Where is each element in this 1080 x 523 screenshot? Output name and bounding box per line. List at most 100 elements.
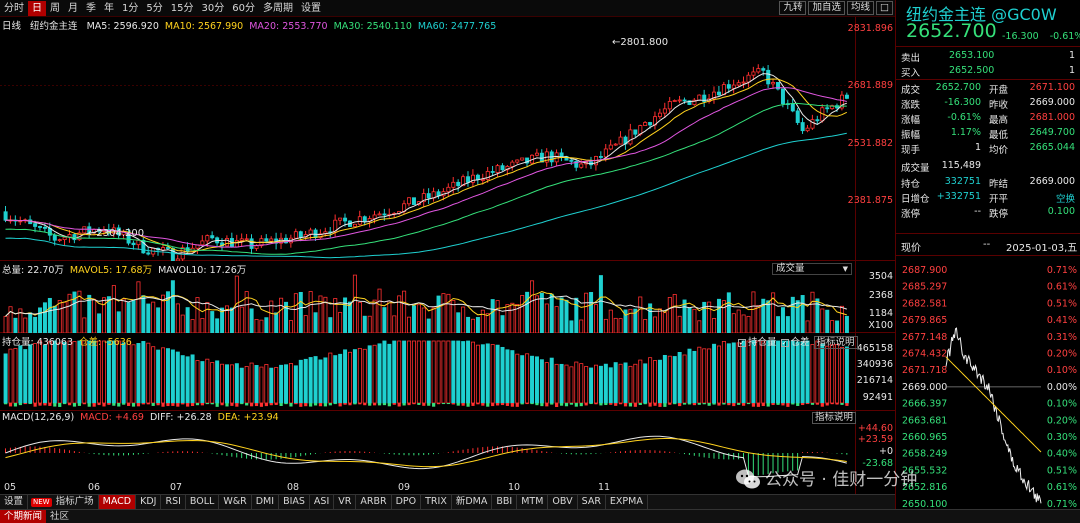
- bottom-tab[interactable]: 社区: [46, 510, 73, 523]
- kline-legend: 日线 纽约金主连 MA5: 2596.920 MA10: 2567.990 MA20…: [2, 18, 508, 32]
- quote-label: 涨跌: [901, 100, 921, 111]
- indicator-tab[interactable]: OBV: [548, 495, 578, 509]
- oi-change-bar: [269, 403, 273, 406]
- oi-change-bar: [436, 403, 441, 405]
- quote-value: 0.100: [1047, 206, 1075, 217]
- toolbar-button[interactable]: □: [876, 1, 893, 15]
- indicator-tab[interactable]: BOLL: [186, 495, 220, 509]
- open-interest-bar: [844, 346, 849, 404]
- indicator-tab[interactable]: 指标广场: [52, 495, 99, 509]
- indicator-tab[interactable]: RSI: [161, 495, 186, 509]
- oi-change-bar: [53, 403, 57, 407]
- open-interest-bar: [657, 359, 662, 404]
- indicator-tab[interactable]: 新DMA: [452, 495, 493, 509]
- quote-value: 2649.700: [1029, 127, 1075, 138]
- indicator-tab[interactable]: VR: [334, 495, 357, 509]
- candle-body: [682, 99, 687, 102]
- axis-tick-label: X100: [868, 320, 893, 331]
- indicator-tab[interactable]: DPO: [392, 495, 422, 509]
- indicator-tab[interactable]: TRIX: [421, 495, 452, 509]
- oi-change-bar: [77, 403, 81, 406]
- indicator-tab[interactable]: MACD: [98, 495, 137, 509]
- macd-help-button[interactable]: 指标说明: [812, 412, 857, 424]
- high-annotation: ←2801.800: [612, 37, 668, 48]
- oi-change-bar: [28, 403, 32, 405]
- quote-label: 涨幅: [901, 115, 921, 126]
- indicator-tab[interactable]: DMI: [252, 495, 280, 509]
- indicator-tab[interactable]: BBI: [492, 495, 518, 509]
- oi-change-bar: [569, 403, 573, 405]
- indicator-tab[interactable]: MTM: [517, 495, 549, 509]
- candle-body: [451, 181, 456, 188]
- kline-chart[interactable]: ←2801.800 ←2304.200: [0, 17, 855, 261]
- intraday-tick-chart[interactable]: 2687.900 0.71% 2685.297 0.61% 2682.581 0.51% 2…: [896, 262, 1080, 510]
- period-tab[interactable]: 60分: [228, 1, 259, 16]
- checkbox-oi-change[interactable]: ✓ 仓差: [780, 337, 810, 348]
- oi-change-bar: [417, 403, 421, 405]
- period-tab[interactable]: 15分: [167, 1, 198, 16]
- period-tab[interactable]: 多周期: [259, 1, 297, 16]
- date-label: 09: [398, 482, 411, 493]
- indicator-tab[interactable]: SAR: [578, 495, 606, 509]
- oi-change-bar: [289, 403, 293, 407]
- bottom-tab[interactable]: 个期新闻: [0, 510, 47, 523]
- volume-bar: [151, 301, 156, 333]
- volume-bar: [451, 300, 456, 333]
- indicator-tab[interactable]: 设置: [0, 495, 29, 509]
- period-tab[interactable]: 30分: [197, 1, 228, 16]
- oi-change-bar: [486, 403, 490, 407]
- indicator-tab[interactable]: BIAS: [279, 495, 310, 509]
- period-tab[interactable]: 年: [100, 1, 118, 16]
- oi-change-bar: [343, 403, 347, 405]
- period-tab[interactable]: 分时: [0, 1, 28, 16]
- oi-change-bar: [510, 403, 514, 407]
- oi-change-bar: [23, 403, 27, 405]
- oi-change-bar: [589, 403, 593, 405]
- tick-percent-label: 0.61%: [1047, 282, 1077, 293]
- candle-body: [569, 159, 574, 162]
- open-interest-bar: [347, 351, 352, 404]
- indicator-tab[interactable]: EXPMA: [606, 495, 648, 509]
- indicator-tab[interactable]: ASI: [310, 495, 335, 509]
- period-tab[interactable]: 设置: [297, 1, 325, 16]
- volume-legend-item: MAVOL10: 17.26万: [158, 265, 247, 276]
- volume-bar: [288, 320, 293, 333]
- ma-line: [5, 87, 847, 248]
- open-interest-bar: [170, 349, 175, 404]
- axis-tick-label: 2831.896: [847, 23, 893, 34]
- open-interest-bar: [372, 344, 377, 404]
- volume-bar: [692, 308, 697, 333]
- checkbox-open-interest[interactable]: ✓ 持仓量: [738, 337, 777, 348]
- period-tab[interactable]: 日: [28, 0, 46, 16]
- volume-bar: [638, 296, 643, 333]
- toolbar-button[interactable]: 九转: [779, 1, 807, 15]
- volume-bar: [180, 314, 185, 333]
- oi-change-bar: [171, 403, 175, 406]
- indicator-tab[interactable]: KDJ: [136, 495, 162, 509]
- oi-change-bar: [623, 403, 628, 407]
- oi-help-button[interactable]: 指标说明: [813, 336, 858, 349]
- period-tab[interactable]: 季: [82, 1, 100, 16]
- oi-change-bar: [313, 403, 318, 406]
- volume-indicator-dropdown[interactable]: 成交量 ▼: [772, 263, 852, 275]
- tick-percent-label: 0.20%: [1047, 415, 1077, 426]
- period-tab[interactable]: 周: [46, 1, 64, 16]
- oi-change-bar: [633, 403, 637, 407]
- open-interest-bar: [559, 363, 564, 404]
- toolbar-button[interactable]: 均线: [847, 1, 875, 15]
- axis-tick-label: 2368: [868, 290, 893, 301]
- indicator-tab[interactable]: ARBR: [356, 495, 392, 509]
- open-interest-bar: [165, 348, 170, 404]
- oi-change-bar: [294, 403, 298, 405]
- oi-change-bar: [230, 403, 234, 406]
- volume-bar: [475, 317, 480, 333]
- period-tab[interactable]: 5分: [142, 1, 166, 16]
- volume-bar: [756, 305, 761, 333]
- volume-bar: [362, 315, 367, 333]
- indicator-tab[interactable]: W&R: [219, 495, 252, 509]
- open-interest-bar: [92, 340, 97, 404]
- toolbar-button[interactable]: 加自选: [808, 1, 845, 15]
- period-tab[interactable]: 1分: [118, 1, 142, 16]
- candle-body: [756, 68, 761, 73]
- period-tab[interactable]: 月: [64, 1, 82, 16]
